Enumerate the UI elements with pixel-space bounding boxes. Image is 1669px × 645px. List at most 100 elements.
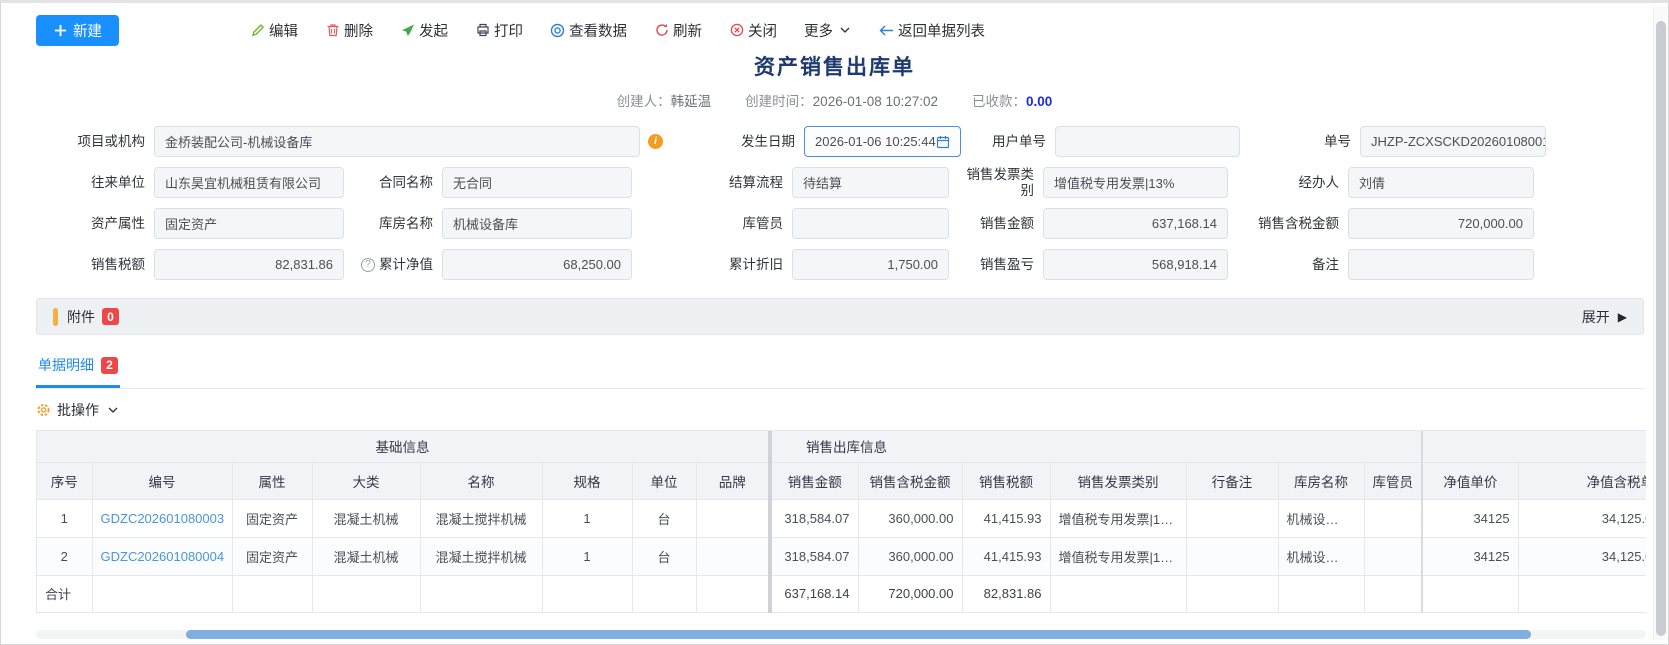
sales-profit-loss-label: 销售盈亏 [959, 257, 1043, 273]
question-circle-icon[interactable]: ? [361, 258, 375, 272]
info-icon[interactable]: i [648, 134, 663, 149]
col-brand: 品牌 [696, 462, 770, 499]
calendar-icon[interactable] [936, 134, 950, 149]
print-button[interactable]: 打印 [475, 20, 523, 41]
created-time-meta: 创建时间：2026-01-08 10:27:02 [745, 90, 938, 110]
sales-amount-with-tax-label: 销售含税金额 [1256, 216, 1348, 232]
cell-sales-amount: 318,584.07 [770, 537, 858, 575]
col-code: 编号 [92, 462, 232, 499]
refresh-icon [654, 23, 669, 38]
cell-spec: 1 [542, 499, 632, 537]
cell-warehouse-keeper [1364, 499, 1422, 537]
totals-label: 合计 [37, 575, 92, 612]
settlement-flow-label: 结算流程 [670, 175, 792, 191]
settlement-flow-field[interactable]: 待结算 [792, 167, 949, 198]
occur-date-label: 发生日期 [682, 134, 804, 150]
totals-cell [542, 575, 632, 612]
close-button[interactable]: 关闭 [729, 20, 777, 41]
totals-cell [1050, 575, 1186, 612]
totals-cell [1518, 575, 1646, 612]
project-label: 项目或机构 [36, 134, 154, 150]
refresh-button[interactable]: 刷新 [654, 20, 702, 41]
vertical-scrollbar-thumb[interactable] [1656, 21, 1666, 636]
col-sales-amount: 销售金额 [770, 462, 858, 499]
back-to-list-button[interactable]: 返回单据列表 [879, 20, 985, 41]
view-data-label: 查看数据 [569, 20, 627, 41]
chevron-down-icon [837, 23, 852, 38]
sales-invoice-type-label: 销售发票类别 [959, 167, 1043, 198]
edit-button[interactable]: 编辑 [250, 20, 298, 41]
project-field[interactable]: 金桥装配公司-机械设备库 [154, 126, 640, 157]
sales-amount-field[interactable]: 637,168.14 [1043, 208, 1228, 239]
accumulated-depreciation-field[interactable]: 1,750.00 [792, 249, 949, 280]
col-net-unit-price: 净值单价 [1422, 462, 1518, 499]
form-row-3: 资产属性 固定资产 库房名称 机械设备库 库管员 销售金额 637,168.14… [36, 208, 1668, 239]
totals-cell [232, 575, 312, 612]
doc-no-field[interactable]: JHZP-ZCXSCKD20260108001 [1360, 126, 1546, 157]
counterparty-label: 往来单位 [36, 175, 154, 191]
cell-warehouse-keeper [1364, 537, 1422, 575]
cell-category: 混凝土机械 [312, 537, 420, 575]
totals-cell [632, 575, 696, 612]
back-label: 返回单据列表 [898, 20, 985, 41]
col-invoice-type: 销售发票类别 [1050, 462, 1186, 499]
horizontal-scrollbar-thumb[interactable] [186, 630, 1531, 639]
cell-brand [696, 537, 770, 575]
creator-value: 韩延温 [671, 94, 712, 109]
horizontal-scrollbar-track[interactable] [36, 630, 1646, 639]
col-name: 名称 [420, 462, 542, 499]
counterparty-field[interactable]: 山东昊宜机械租赁有限公司 [154, 167, 344, 198]
col-sales-amount-tax: 销售含税金额 [858, 462, 962, 499]
warehouse-name-field[interactable]: 机械设备库 [442, 208, 632, 239]
remark-field[interactable] [1348, 249, 1534, 280]
col-category: 大类 [312, 462, 420, 499]
view-data-button[interactable]: 查看数据 [550, 20, 627, 41]
new-button[interactable]: 新建 [36, 15, 119, 46]
table-row: 2 GDZC202601080004 固定资产 混凝土机械 混凝土搅拌机械 1 … [37, 537, 1646, 575]
more-button[interactable]: 更多 [804, 20, 852, 41]
col-warehouse: 库房名称 [1278, 462, 1364, 499]
cell-net-unit-price: 34125 [1422, 537, 1518, 575]
vertical-scrollbar-track[interactable] [1653, 7, 1668, 640]
sales-amount-with-tax-field[interactable]: 720,000.00 [1348, 208, 1534, 239]
col-unit: 单位 [632, 462, 696, 499]
cell-warehouse: 机械设… [1278, 499, 1364, 537]
initiate-button[interactable]: 发起 [400, 20, 448, 41]
col-row-remark: 行备注 [1186, 462, 1278, 499]
totals-cell [1186, 575, 1278, 612]
group-sales-outbound: 销售出库信息 [770, 431, 1422, 462]
cell-row-remark [1186, 537, 1278, 575]
tab-detail[interactable]: 单据明细 2 [36, 349, 120, 388]
attachments-bar[interactable]: 附件 0 展开 ▶ [36, 298, 1644, 335]
occur-date-field[interactable]: 2026-01-06 10:25:44 [804, 126, 961, 157]
printer-icon [475, 23, 490, 38]
totals-sales-amount: 637,168.14 [770, 575, 858, 612]
user-doc-no-field[interactable] [1055, 126, 1240, 157]
sales-tax-field[interactable]: 82,831.86 [154, 249, 344, 280]
batch-operation-label: 批操作 [57, 400, 99, 420]
occur-date-value: 2026-01-06 10:25:44 [815, 134, 936, 149]
cell-net-unit-price-tax: 34,125.00 [1518, 537, 1646, 575]
asset-code-link[interactable]: GDZC202601080004 [101, 549, 225, 564]
tab-detail-count-badge: 2 [101, 357, 118, 374]
expand-button[interactable]: 展开 ▶ [1582, 307, 1627, 327]
sales-tax-label: 销售税额 [36, 257, 154, 273]
warehouse-keeper-field[interactable] [792, 208, 949, 239]
cell-attribute: 固定资产 [232, 537, 312, 575]
cell-invoice-type: 增值税专用发票|1… [1050, 499, 1186, 537]
contract-name-field[interactable]: 无合同 [442, 167, 632, 198]
warehouse-keeper-label: 库管员 [670, 216, 792, 232]
sales-profit-loss-field[interactable]: 568,918.14 [1043, 249, 1228, 280]
asset-attribute-field[interactable]: 固定资产 [154, 208, 344, 239]
asset-code-link[interactable]: GDZC202601080003 [101, 511, 225, 526]
sales-amount-label: 销售金额 [959, 216, 1043, 232]
accumulated-net-value-field[interactable]: 68,250.00 [442, 249, 632, 280]
batch-operation-button[interactable]: 批操作 [36, 400, 120, 420]
delete-button[interactable]: 删除 [325, 20, 373, 41]
initiate-label: 发起 [419, 20, 448, 41]
form-row-2: 往来单位 山东昊宜机械租赁有限公司 合同名称 无合同 结算流程 待结算 销售发票… [36, 167, 1668, 198]
sales-invoice-type-field[interactable]: 增值税专用发票|13% [1043, 167, 1228, 198]
cell-sales-amount-tax: 360,000.00 [858, 499, 962, 537]
new-button-label: 新建 [73, 20, 102, 41]
handler-field[interactable]: 刘倩 [1348, 167, 1534, 198]
